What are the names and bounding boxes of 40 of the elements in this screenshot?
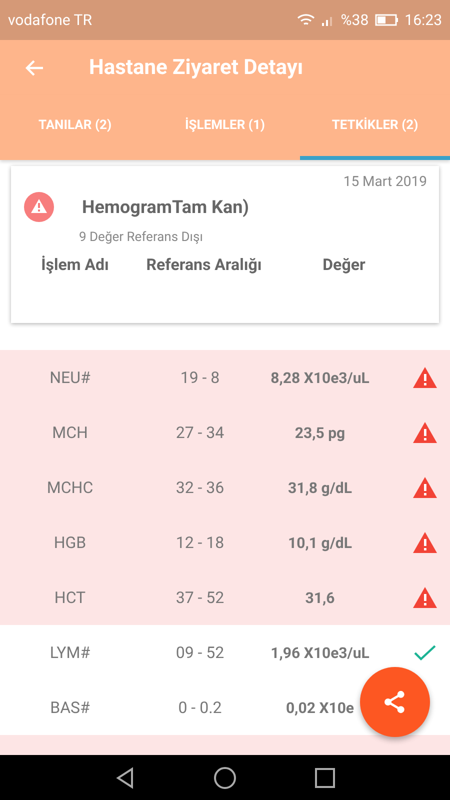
screen-title: Hastane Ziyaret Detayı (89, 56, 304, 80)
test-name: MCH (51, 423, 89, 442)
test-name: MCHC (46, 478, 94, 497)
test-name: NEU# (48, 368, 92, 387)
test-name: BAS# (49, 698, 91, 717)
test-value: 8,28 X10e3/uL (270, 368, 370, 386)
reference-range: 0 - 0.2 (177, 698, 223, 717)
battery-percent: %38 (340, 11, 369, 29)
home-icon[interactable] (213, 766, 237, 790)
reference-range: 09 - 52 (174, 643, 226, 662)
wifi-icon (296, 13, 315, 27)
column-header: İşlem Adı (40, 255, 110, 274)
test-value: 0,02 X10e (284, 698, 356, 716)
reference-range: 37 - 52 (174, 588, 226, 607)
reference-range: 19 - 8 (179, 368, 221, 387)
test-card[interactable]: 15 Mart 2019 HemogramTam Kan) 9 Değer Referans Dışı İşlem Adı Referans Aralığı Değer (11, 166, 439, 323)
tab[interactable]: TETKİKLER (2) (300, 95, 450, 160)
carrier-name: vodafone TR (8, 11, 92, 29)
test-title: HemogramTam Kan) (82, 196, 250, 218)
column-header: Referans Aralığı (145, 255, 263, 274)
reference-range: 32 - 36 (174, 478, 226, 497)
test-value: 31,8 g/dL (287, 478, 353, 496)
out-of-range-summary: 9 Değer Referans Dışı (78, 230, 204, 245)
column-header: Değer (322, 255, 366, 274)
test-value: 1,96 X10e3/uL (270, 644, 370, 662)
test-value: 10,1 g/dL (287, 534, 353, 552)
recents-icon[interactable] (313, 766, 337, 790)
warning-icon (24, 192, 54, 222)
reference-range: 27 - 34 (174, 423, 226, 442)
test-date: 15 Mart 2019 (342, 173, 428, 190)
tab[interactable]: TANILAR (2) (0, 95, 150, 160)
test-name: HCT (53, 588, 87, 607)
test-value: 31,6 (304, 588, 336, 606)
test-name: LYM# (48, 643, 92, 662)
reference-range: 12 - 18 (174, 533, 226, 552)
battery-icon (374, 14, 399, 26)
tab[interactable]: İŞLEMLER (1) (150, 95, 300, 160)
test-name: HGB (52, 533, 88, 552)
test-value: 23,5 pg (294, 424, 346, 442)
clock: 16:23 (404, 11, 442, 29)
